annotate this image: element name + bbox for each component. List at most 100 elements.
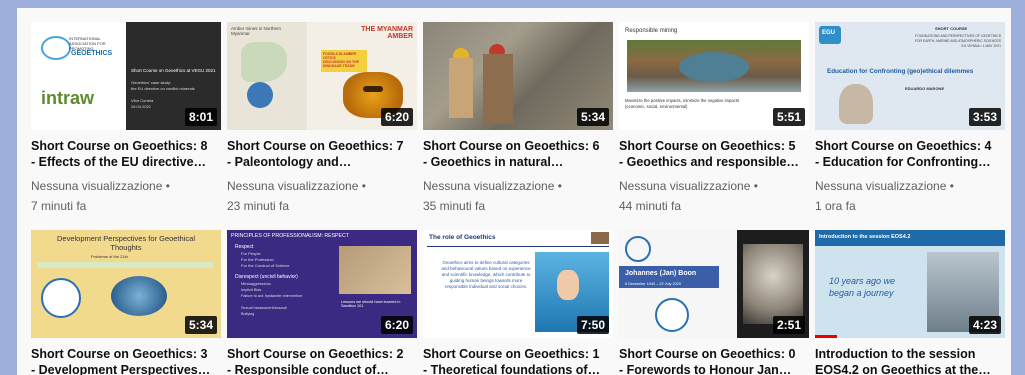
slide-text: (economic, social, environmental) xyxy=(625,104,688,109)
slide-note: DISCUSSION ON THE DINOSAUR TRADE xyxy=(323,60,359,68)
upload-time: 1 ora fa xyxy=(815,199,856,213)
slide-quote: began a journey xyxy=(829,288,894,298)
slide-text: Vitor Correia xyxy=(131,98,154,103)
video-thumbnail[interactable]: PRINCIPLES OF PROFESSIONALISM: RESPECT R… xyxy=(227,230,417,338)
baby-figure xyxy=(557,270,579,300)
globe-icon xyxy=(247,82,273,108)
slide-heading: Responsible mining xyxy=(625,28,678,34)
kids-photo xyxy=(339,246,411,294)
logo-caption: INTERNATIONAL ASSOCIATION FOR PROMOTING xyxy=(69,36,106,51)
slide-text: EU VIENNA • 1 MAY 2021 xyxy=(961,44,1001,48)
video-meta: Nessuna visualizzazione • 23 minuti fa xyxy=(227,176,417,216)
view-count: Nessuna visualizzazione • xyxy=(227,179,366,193)
slide-text: Failure to act: bystander intervention xyxy=(241,294,303,298)
slide-text: Implicit Bias xyxy=(241,288,262,292)
upload-time: 44 minuti fa xyxy=(619,199,682,213)
video-thumbnail[interactable]: Johannes (Jan) Boon 6 December 1940 – 22… xyxy=(619,230,809,338)
duration-badge: 6:20 xyxy=(380,108,413,126)
person-figure xyxy=(449,58,473,118)
upload-time: 23 minuti fa xyxy=(227,199,290,213)
video-title[interactable]: Short Course on Geoethics: 2 - Responsib… xyxy=(227,346,417,375)
video-title[interactable]: Short Course on Geoethics: 0 - Forewords… xyxy=(619,346,809,375)
slide-heading: THE MYANMAR AMBER xyxy=(361,26,413,40)
upload-time: 35 minuti fa xyxy=(423,199,486,213)
slide-text: the EU directive on conflict minerals xyxy=(131,86,195,91)
honoree-photo xyxy=(743,244,803,324)
upload-time: 7 minuti fa xyxy=(31,199,87,213)
video-title[interactable]: Short Course on Geoethics: 8 - Effects o… xyxy=(31,138,221,170)
slide-text: Disrespect (uncivil behavior) xyxy=(235,274,298,280)
slide-text: Maximize the positive impacts, minimize … xyxy=(625,98,740,103)
slide-text: Problems of the 21th xyxy=(91,254,128,259)
egu-logo-text: EGU xyxy=(822,30,836,36)
person-figure xyxy=(483,54,513,124)
helmet-icon xyxy=(453,48,469,58)
video-title[interactable]: Short Course on Geoethics: 3 - Developme… xyxy=(31,346,221,375)
video-thumbnail[interactable]: The role of Geoethics Geoethics aims to … xyxy=(423,230,613,338)
slide-text: Geoethics aims to define cultural catego… xyxy=(441,260,531,289)
slide-text: For People xyxy=(241,251,261,256)
video-title[interactable]: Introduction to the session EOS4.2 on Ge… xyxy=(815,346,1005,375)
slide-text: Respect xyxy=(235,244,254,250)
duration-badge: 5:34 xyxy=(184,316,217,334)
slide-text: For the Conduct of Science xyxy=(241,263,290,268)
duration-badge: 5:51 xyxy=(772,108,805,126)
slide-text: 26.04.2021 xyxy=(131,104,152,109)
video-meta: Nessuna visualizzazione • 35 minuti fa xyxy=(423,176,613,216)
slide-text: For the Profession xyxy=(241,257,274,262)
video-title[interactable]: Short Course on Geoethics: 5 - Geoethics… xyxy=(619,138,809,170)
duration-badge: 5:34 xyxy=(576,108,609,126)
duration-badge: 6:20 xyxy=(380,316,413,334)
slide-text: Microaggressions xyxy=(241,282,271,286)
mosquito-icon xyxy=(363,86,383,92)
view-count: Nessuna visualizzazione • xyxy=(423,179,562,193)
video-grid: INTERNATIONAL ASSOCIATION FOR PROMOTING … xyxy=(17,8,1011,375)
view-count: Nessuna visualizzazione • xyxy=(815,179,954,193)
speaker-name: EDUARDO MARONE xyxy=(905,86,945,91)
video-meta: Nessuna visualizzazione • 1 ora fa xyxy=(815,176,1005,216)
slide-heading: Education for Confronting (geo)ethical d… xyxy=(827,68,974,75)
geoethics-logo-icon xyxy=(41,278,81,318)
speaker-photo xyxy=(839,84,873,124)
video-thumbnail[interactable]: Amber mines in Northern Myanmar THE MYAN… xyxy=(227,22,417,130)
slide-text: Sexual harassment/assault xyxy=(241,306,287,310)
logo-text: GEOETHICS xyxy=(71,50,113,57)
globe-logo-icon xyxy=(41,36,71,60)
geoethics-logo-icon xyxy=(655,298,689,332)
video-thumbnail[interactable]: INTERNATIONAL ASSOCIATION FOR PROMOTING … xyxy=(31,22,221,130)
view-count: Nessuna visualizzazione • xyxy=(619,179,758,193)
slide-heading: Development Perspectives for Geoethical … xyxy=(57,234,195,252)
video-title[interactable]: Short Course on Geoethics: 6 - Geoethics… xyxy=(423,138,613,170)
duration-badge: 3:53 xyxy=(968,108,1001,126)
video-title[interactable]: Short Course on Geoethics: 1 - Theoretic… xyxy=(423,346,613,375)
slide-text: Short Course on Geoethics at VEGU 2021 xyxy=(131,68,216,73)
video-thumbnail[interactable]: Development Perspectives for Geoethical … xyxy=(31,230,221,338)
duration-badge: 8:01 xyxy=(184,108,217,126)
view-count: Nessuna visualizzazione • xyxy=(31,179,170,193)
duration-badge: 2:51 xyxy=(772,316,805,334)
slide-heading: The role of Geoethics xyxy=(429,234,496,241)
honoree-dates: 6 December 1940 – 22 July 2020 xyxy=(625,282,681,286)
speaker-thumb xyxy=(591,232,609,244)
video-title[interactable]: Short Course on Geoethics: 7 - Paleontol… xyxy=(227,138,417,170)
video-title[interactable]: Short Course on Geoethics: 4 - Education… xyxy=(815,138,1005,170)
planet-image xyxy=(111,276,167,316)
geoethics-logo-icon xyxy=(625,236,651,262)
duration-badge: 4:23 xyxy=(968,316,1001,334)
pit-lake xyxy=(679,52,749,82)
video-thumbnail[interactable]: 5:34 xyxy=(423,22,613,130)
slide-heading: PRINCIPLES OF PROFESSIONALISM: RESPECT xyxy=(231,233,349,239)
helmet-icon xyxy=(489,44,505,54)
slide-text: FOUNDATIONS AND PERSPECTIVES OF GEOETHIC… xyxy=(915,34,1001,38)
slide-text: FOR EARTH, MARINE AND ATMOSPHERIC SCIENC… xyxy=(914,39,1001,43)
intraw-logo: intraw xyxy=(41,88,95,108)
video-thumbnail[interactable]: Responsible mining Maximize the positive… xyxy=(619,22,809,130)
slide-quote: 10 years ago we xyxy=(829,276,896,286)
video-thumbnail[interactable]: EGU SHORT COURSE FOUNDATIONS AND PERSPEC… xyxy=(815,22,1005,130)
map-graphic xyxy=(241,42,287,82)
video-meta: Nessuna visualizzazione • 7 minuti fa xyxy=(31,176,221,216)
map-caption: Amber mines in Northern Myanmar xyxy=(231,26,282,36)
video-thumbnail[interactable]: Introduction to the session EOS4.2 10 ye… xyxy=(815,230,1005,338)
slide-heading: Introduction to the session EOS4.2 xyxy=(819,234,911,240)
slide-text: SHORT COURSE xyxy=(935,26,968,31)
